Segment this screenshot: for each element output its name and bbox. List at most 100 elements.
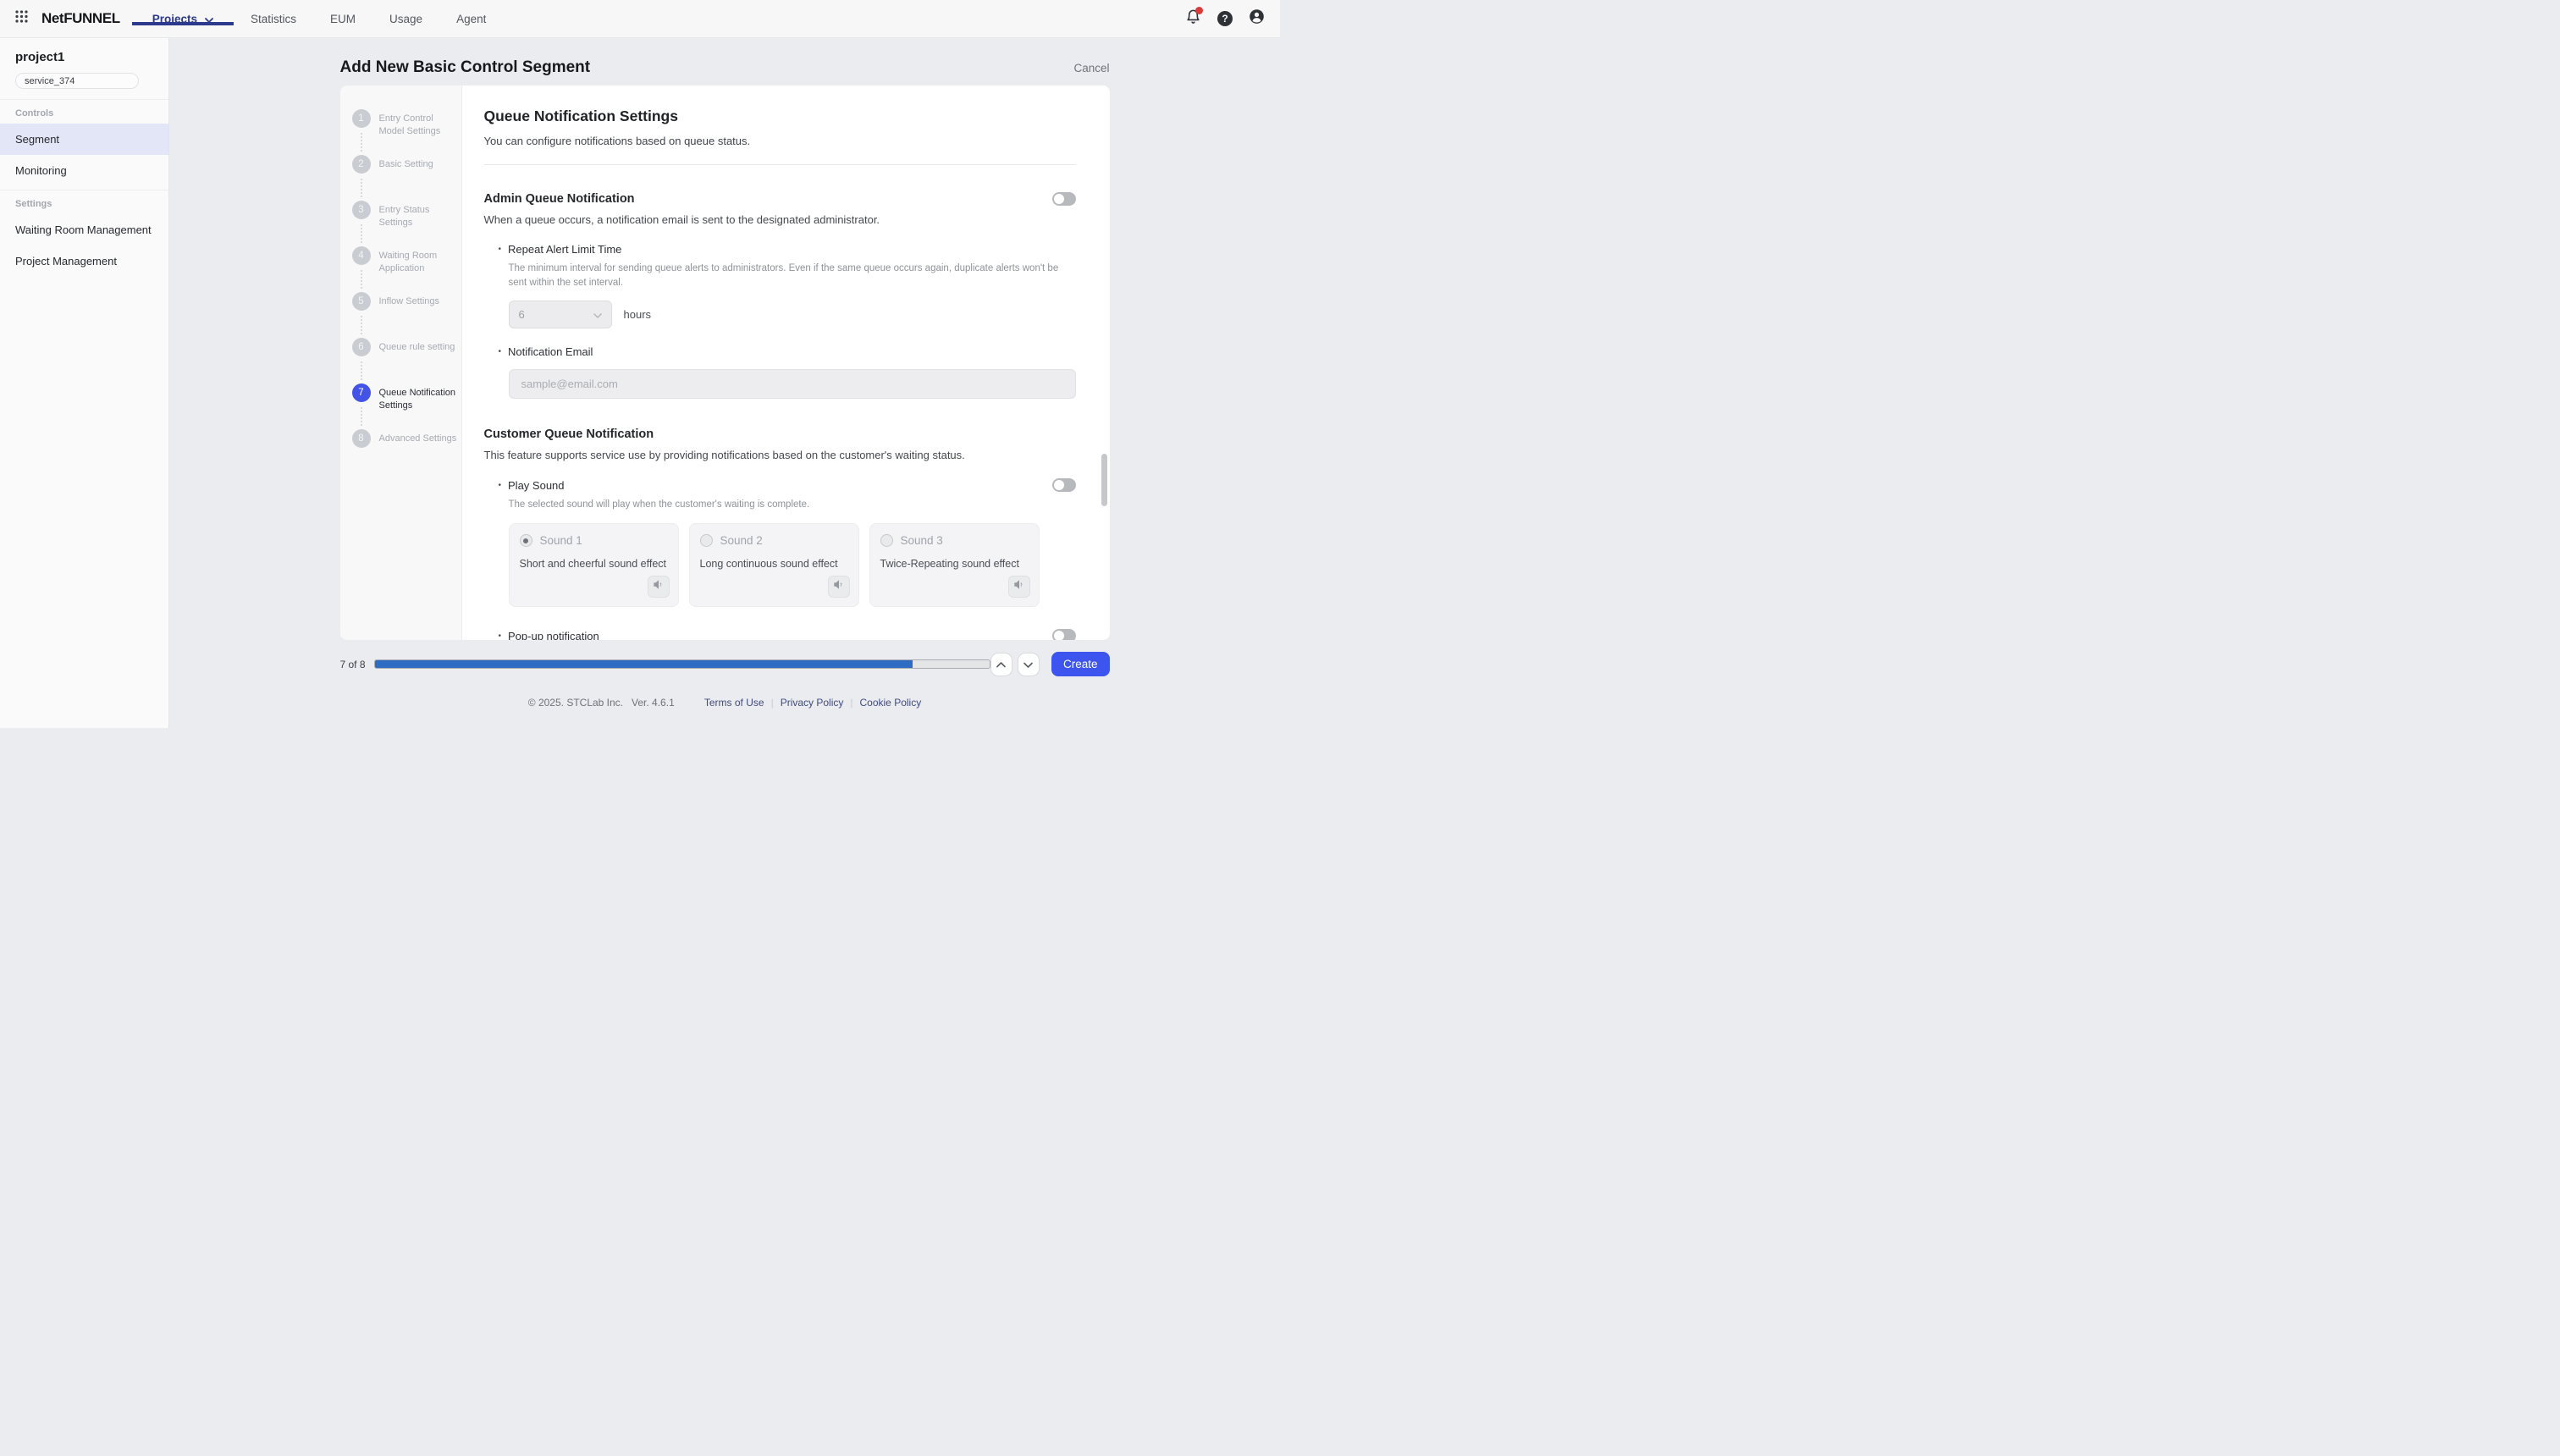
progress-label: 7 of 8 <box>340 659 366 670</box>
previous-step-button[interactable] <box>990 653 1012 676</box>
customer-queue-notification-title: Customer Queue Notification <box>484 427 654 441</box>
app-launcher-button[interactable] <box>15 10 28 27</box>
sound-2-radio[interactable] <box>700 534 713 547</box>
sound-2-preview-button[interactable] <box>828 576 850 598</box>
sound-option-3[interactable]: Sound 3 Twice-Repeating sound effect <box>869 523 1040 607</box>
help-button[interactable]: ? <box>1217 11 1233 26</box>
notifications-button[interactable] <box>1185 8 1201 29</box>
main-area: Add New Basic Control Segment Cancel 1 E… <box>169 38 1280 728</box>
nav-tab-agent[interactable]: Agent <box>439 13 503 25</box>
step-number: 1 <box>352 109 371 128</box>
grid-icon <box>15 10 28 27</box>
sound-option-1[interactable]: Sound 1 Short and cheerful sound effect <box>509 523 679 607</box>
netfunnel-logo[interactable]: NetFUNNEL <box>41 10 120 27</box>
step-wizard: 1 Entry Control Model Settings 2 Basic S… <box>340 85 462 640</box>
progress-bar <box>374 659 990 669</box>
sidebar-item-label: Monitoring <box>15 164 67 177</box>
step-label: Queue rule setting <box>379 338 455 356</box>
step-label: Inflow Settings <box>379 292 440 311</box>
terms-of-use-link[interactable]: Terms of Use <box>704 697 764 709</box>
chevron-down-icon <box>205 13 213 25</box>
wizard-step-1[interactable]: 1 Entry Control Model Settings <box>352 109 457 139</box>
page-title: Add New Basic Control Segment <box>340 58 591 77</box>
step-label: Queue Notification Settings <box>379 383 457 413</box>
card-scrollbar-thumb[interactable] <box>1101 454 1107 506</box>
nav-tab-usage[interactable]: Usage <box>372 13 439 25</box>
sidebar-item-monitoring[interactable]: Monitoring <box>0 155 168 186</box>
nav-tab-projects[interactable]: Projects <box>132 13 234 25</box>
cookie-policy-link[interactable]: Cookie Policy <box>860 697 922 709</box>
service-select[interactable]: service_374 <box>15 73 139 89</box>
repeat-alert-limit-time-label: Repeat Alert Limit Time <box>499 243 1076 256</box>
next-step-button[interactable] <box>1018 653 1040 676</box>
sidebar-section-settings: Settings <box>0 190 168 214</box>
repeat-alert-hours-select[interactable]: 6 <box>509 301 612 328</box>
sound-1-preview-button[interactable] <box>648 576 670 598</box>
footer-link-separator: | <box>850 697 852 709</box>
wizard-step-2[interactable]: 2 Basic Setting <box>352 155 457 174</box>
version-text: Ver. 4.6.1 <box>632 697 675 709</box>
avatar-icon <box>1249 8 1265 29</box>
sidebar-item-label: Project Management <box>15 255 117 267</box>
sidebar-item-label: Waiting Room Management <box>15 223 152 236</box>
wizard-step-4[interactable]: 4 Waiting Room Application <box>352 246 457 276</box>
step-label: Entry Status Settings <box>379 201 457 230</box>
sidebar-item-waiting-room-management[interactable]: Waiting Room Management <box>0 214 168 245</box>
speaker-icon <box>1013 579 1025 594</box>
step-label: Basic Setting <box>379 155 433 174</box>
chevron-up-icon <box>996 657 1006 672</box>
copyright-text: © 2025. STCLab Inc. <box>528 697 623 709</box>
select-value: 6 <box>519 308 525 321</box>
sound-name: Sound 3 <box>901 534 943 547</box>
sound-name: Sound 2 <box>720 534 763 547</box>
sound-3-radio[interactable] <box>880 534 893 547</box>
cancel-button[interactable]: Cancel <box>1073 62 1109 74</box>
wizard-step-3[interactable]: 3 Entry Status Settings <box>352 201 457 230</box>
wizard-step-8[interactable]: 8 Advanced Settings <box>352 429 457 448</box>
customer-queue-notification-desc: This feature supports service use by pro… <box>484 449 1076 461</box>
step-number: 2 <box>352 155 371 174</box>
wizard-step-5[interactable]: 5 Inflow Settings <box>352 292 457 311</box>
sound-name: Sound 1 <box>540 534 582 547</box>
toggle-knob <box>1054 631 1064 640</box>
step-number: 8 <box>352 429 371 448</box>
step-number: 4 <box>352 246 371 265</box>
repeat-alert-limit-time-desc: The minimum interval for sending queue a… <box>509 262 1068 290</box>
speaker-icon <box>653 579 665 594</box>
play-sound-toggle[interactable] <box>1052 478 1076 492</box>
step-connector <box>361 133 362 152</box>
help-icon: ? <box>1217 11 1233 26</box>
popup-notification-toggle[interactable] <box>1052 629 1076 640</box>
nav-tab-eum[interactable]: EUM <box>313 13 372 25</box>
segment-form-card: 1 Entry Control Model Settings 2 Basic S… <box>340 85 1110 640</box>
nav-tab-label: Statistics <box>251 13 296 25</box>
wizard-step-6[interactable]: 6 Queue rule setting <box>352 338 457 356</box>
admin-queue-notification-desc: When a queue occurs, a notification emai… <box>484 213 1076 226</box>
admin-queue-notification-title: Admin Queue Notification <box>484 192 635 206</box>
divider <box>484 164 1076 165</box>
sound-3-preview-button[interactable] <box>1008 576 1030 598</box>
account-button[interactable] <box>1249 8 1265 29</box>
notification-email-input[interactable] <box>520 377 1065 391</box>
top-navigation-bar: NetFUNNEL Projects Statistics EUM Usage … <box>0 0 1280 38</box>
nav-tab-statistics[interactable]: Statistics <box>234 13 313 25</box>
notification-badge <box>1195 7 1203 14</box>
sidebar-item-label: Segment <box>15 133 59 146</box>
sound-1-radio[interactable] <box>520 534 532 547</box>
sound-desc: Long continuous sound effect <box>700 558 848 570</box>
popup-notification-label: Pop-up notification <box>499 630 599 640</box>
create-button[interactable]: Create <box>1051 652 1110 676</box>
nav-tab-label: Projects <box>152 13 197 25</box>
toggle-knob <box>1054 480 1064 490</box>
wizard-step-7-active[interactable]: 7 Queue Notification Settings <box>352 383 457 413</box>
privacy-policy-link[interactable]: Privacy Policy <box>781 697 844 709</box>
chevron-down-icon <box>593 308 602 321</box>
sound-option-2[interactable]: Sound 2 Long continuous sound effect <box>689 523 859 607</box>
sidebar-item-project-management[interactable]: Project Management <box>0 245 168 277</box>
admin-queue-notification-toggle[interactable] <box>1052 192 1076 206</box>
nav-tab-label: Usage <box>389 13 422 25</box>
sidebar-section-controls: Controls <box>0 100 168 124</box>
nav-tab-label: Agent <box>456 13 486 25</box>
step-connector <box>361 179 362 197</box>
sidebar-item-segment[interactable]: Segment <box>0 124 168 155</box>
